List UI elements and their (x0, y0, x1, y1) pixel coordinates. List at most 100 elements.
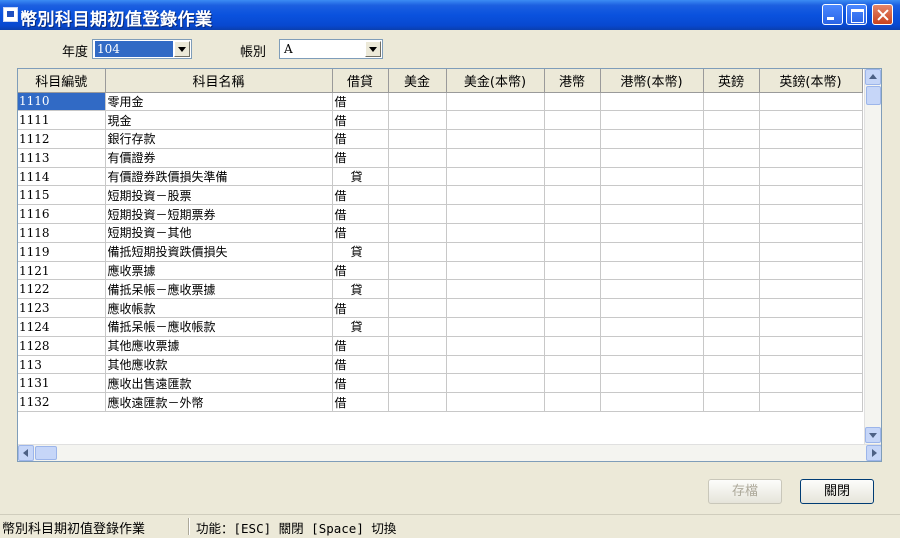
account-code-cell[interactable]: 1115 (18, 185, 106, 206)
chevron-down-icon[interactable] (365, 41, 381, 57)
account-code-cell[interactable]: 1113 (18, 148, 106, 168)
table-row[interactable]: 1119 備抵短期投資跌價損失貸 (18, 242, 863, 262)
maximize-button[interactable] (846, 4, 867, 25)
amount-cell[interactable] (600, 110, 704, 131)
account-name-cell[interactable]: 應收遠匯款－外幣 (105, 392, 333, 413)
column-header[interactable]: 美金 (388, 69, 447, 93)
amount-cell[interactable] (388, 167, 447, 187)
amount-cell[interactable] (388, 204, 447, 225)
amount-cell[interactable] (544, 129, 601, 149)
amount-cell[interactable] (544, 167, 601, 187)
table-row[interactable]: 1111 現金借 (18, 110, 863, 131)
amount-cell[interactable] (544, 355, 601, 375)
amount-cell[interactable] (544, 204, 601, 225)
amount-cell[interactable] (600, 204, 704, 225)
amount-cell[interactable] (600, 92, 704, 112)
amount-cell[interactable] (703, 392, 760, 413)
account-name-cell[interactable]: 銀行存款 (105, 129, 333, 149)
amount-cell[interactable] (759, 204, 863, 225)
amount-cell[interactable] (703, 298, 760, 319)
close-button[interactable]: 關閉 (800, 479, 874, 504)
table-row[interactable]: 1113 有價證券借 (18, 148, 863, 168)
debit-credit-cell[interactable]: 借 (332, 185, 389, 206)
table-row[interactable]: 1121 應收票據借 (18, 261, 863, 281)
amount-cell[interactable] (446, 92, 545, 112)
amount-cell[interactable] (759, 148, 863, 168)
debit-credit-cell[interactable]: 貸 (332, 167, 389, 187)
account-name-cell[interactable]: 備抵短期投資跌價損失 (105, 242, 333, 262)
account-code-cell[interactable]: 1124 (18, 317, 106, 337)
amount-cell[interactable] (544, 185, 601, 206)
close-window-button[interactable] (872, 4, 893, 25)
amount-cell[interactable] (446, 167, 545, 187)
amount-cell[interactable] (388, 129, 447, 149)
amount-cell[interactable] (703, 373, 760, 394)
account-name-cell[interactable]: 有價證券 (105, 148, 333, 168)
debit-credit-cell[interactable]: 借 (332, 355, 389, 375)
amount-cell[interactable] (388, 110, 447, 131)
debit-credit-cell[interactable]: 貸 (332, 279, 389, 300)
account-name-cell[interactable]: 有價證券跌價損失準備 (105, 167, 333, 187)
amount-cell[interactable] (703, 242, 760, 262)
amount-cell[interactable] (388, 148, 447, 168)
amount-cell[interactable] (703, 261, 760, 281)
amount-cell[interactable] (544, 279, 601, 300)
amount-cell[interactable] (388, 373, 447, 394)
amount-cell[interactable] (446, 317, 545, 337)
amount-cell[interactable] (759, 317, 863, 337)
account-code-cell[interactable]: 1128 (18, 336, 106, 356)
debit-credit-cell[interactable]: 借 (332, 204, 389, 225)
amount-cell[interactable] (388, 242, 447, 262)
account-code-cell[interactable]: 1118 (18, 223, 106, 243)
amount-cell[interactable] (388, 336, 447, 356)
amount-cell[interactable] (446, 298, 545, 319)
amount-cell[interactable] (759, 110, 863, 131)
debit-credit-cell[interactable]: 借 (332, 261, 389, 281)
account-code-cell[interactable]: 1119 (18, 242, 106, 262)
table-row[interactable]: 1128 其他應收票據借 (18, 336, 863, 356)
amount-cell[interactable] (446, 336, 545, 356)
debit-credit-cell[interactable]: 借 (332, 392, 389, 413)
chevron-down-icon[interactable] (174, 41, 190, 57)
account-name-cell[interactable]: 其他應收款 (105, 355, 333, 375)
table-row[interactable]: 1112 銀行存款借 (18, 129, 863, 149)
account-code-cell[interactable]: 1121 (18, 261, 106, 281)
debit-credit-cell[interactable]: 借 (332, 336, 389, 356)
account-code-cell[interactable]: 1122 (18, 279, 106, 300)
debit-credit-cell[interactable]: 貸 (332, 242, 389, 262)
amount-cell[interactable] (388, 223, 447, 243)
amount-cell[interactable] (759, 129, 863, 149)
amount-cell[interactable] (600, 185, 704, 206)
amount-cell[interactable] (759, 261, 863, 281)
column-header[interactable]: 借貸 (332, 69, 389, 93)
amount-cell[interactable] (446, 223, 545, 243)
amount-cell[interactable] (600, 167, 704, 187)
amount-cell[interactable] (759, 223, 863, 243)
debit-credit-cell[interactable]: 借 (332, 148, 389, 168)
minimize-button[interactable] (822, 4, 843, 25)
amount-cell[interactable] (544, 242, 601, 262)
amount-cell[interactable] (388, 279, 447, 300)
account-name-cell[interactable]: 應收票據 (105, 261, 333, 281)
amount-cell[interactable] (446, 148, 545, 168)
amount-cell[interactable] (446, 129, 545, 149)
amount-cell[interactable] (388, 92, 447, 112)
column-header[interactable]: 港幣 (544, 69, 601, 93)
amount-cell[interactable] (759, 92, 863, 112)
debit-credit-cell[interactable]: 貸 (332, 317, 389, 337)
book-select[interactable]: A (279, 39, 383, 59)
amount-cell[interactable] (600, 392, 704, 413)
amount-cell[interactable] (544, 261, 601, 281)
amount-cell[interactable] (759, 167, 863, 187)
column-header[interactable]: 美金(本幣) (446, 69, 545, 93)
account-name-cell[interactable]: 應收帳款 (105, 298, 333, 319)
horizontal-scrollbar[interactable] (18, 444, 881, 461)
amount-cell[interactable] (446, 392, 545, 413)
account-code-cell[interactable]: 1114 (18, 167, 106, 187)
scroll-left-icon[interactable] (18, 445, 34, 461)
account-name-cell[interactable]: 短期投資－短期票券 (105, 204, 333, 225)
amount-cell[interactable] (600, 373, 704, 394)
account-name-cell[interactable]: 備抵呆帳－應收票據 (105, 279, 333, 300)
vertical-scrollbar[interactable] (864, 69, 881, 445)
column-header[interactable]: 港幣(本幣) (600, 69, 704, 93)
